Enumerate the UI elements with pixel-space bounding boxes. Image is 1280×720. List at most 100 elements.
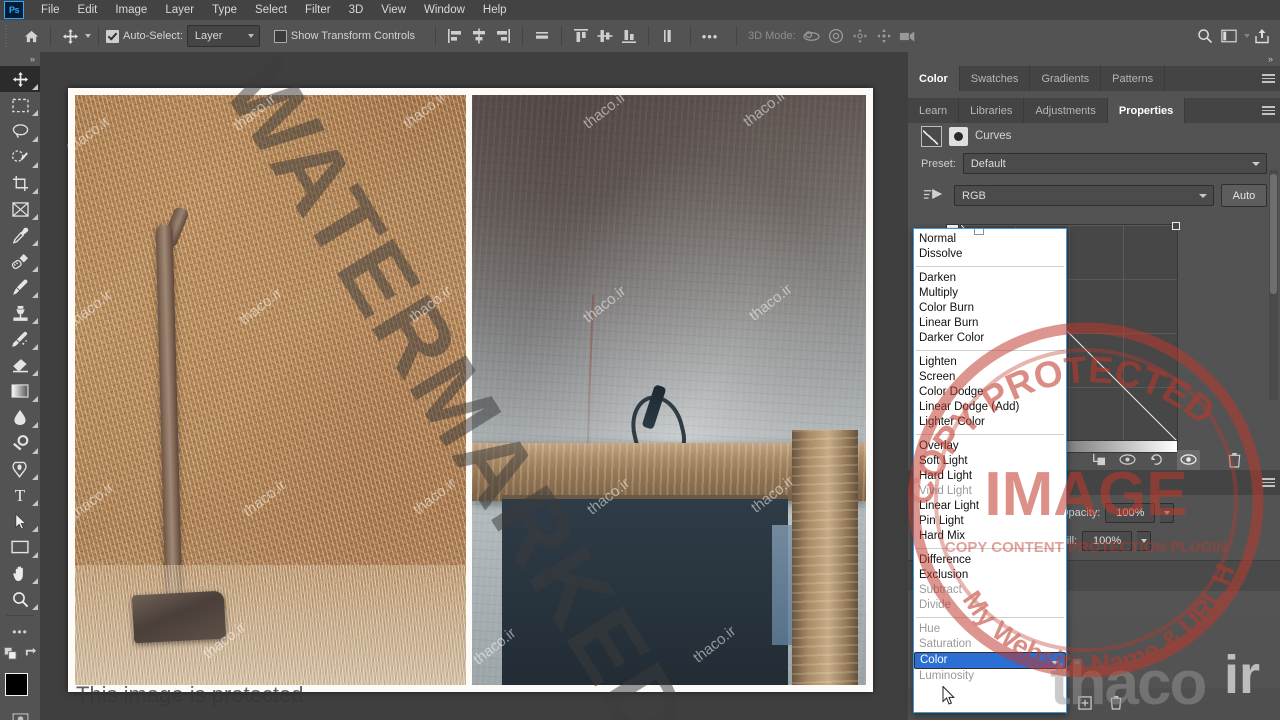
blend-mode-option-luminosity[interactable]: Luminosity — [914, 669, 1066, 684]
blend-mode-dropdown-list[interactable]: Normal Dissolve Darken Multiply Color Bu… — [913, 228, 1067, 713]
distribute-horizontally-icon[interactable] — [530, 24, 554, 48]
align-vertical-centers-icon[interactable] — [593, 24, 617, 48]
blend-mode-option-pin-light[interactable]: Pin Light — [914, 514, 1066, 529]
tab-properties[interactable]: Properties — [1107, 98, 1186, 123]
blend-mode-option-hard-light[interactable]: Hard Light — [914, 469, 1066, 484]
blend-mode-option-dissolve[interactable]: Dissolve — [914, 247, 1066, 262]
menu-item-help[interactable]: Help — [474, 0, 516, 20]
tool-preset-caret-icon[interactable] — [85, 34, 91, 38]
blend-mode-option-color-dodge[interactable]: Color Dodge — [914, 385, 1066, 400]
menu-item-select[interactable]: Select — [246, 0, 296, 20]
menu-item-view[interactable]: View — [372, 0, 415, 20]
distribute-vertically-icon[interactable] — [656, 24, 680, 48]
arrange-documents-icon[interactable] — [1217, 24, 1241, 48]
more-options-button[interactable]: ••• — [698, 24, 722, 48]
quick-mask-button[interactable] — [0, 713, 40, 720]
view-previous-state-icon[interactable] — [1119, 453, 1136, 469]
toggle-layer-visibility-icon[interactable] — [1177, 450, 1200, 472]
blend-mode-option-darker-color[interactable]: Darker Color — [914, 331, 1066, 346]
on-image-adjustment-icon[interactable] — [921, 186, 947, 206]
sidebar-item-frame-tool[interactable] — [0, 196, 40, 222]
blend-mode-option-saturation[interactable]: Saturation — [914, 637, 1066, 652]
layer-mask-thumbnail-icon[interactable] — [949, 126, 968, 146]
sidebar-item-pen-tool[interactable] — [0, 456, 40, 482]
align-top-edges-icon[interactable] — [569, 24, 593, 48]
scrollbar-thumb[interactable] — [1270, 174, 1277, 294]
align-left-edges-icon[interactable] — [443, 24, 467, 48]
sidebar-item-clone-stamp-tool[interactable] — [0, 300, 40, 326]
roll-3d-icon[interactable] — [824, 24, 848, 48]
sidebar-item-dodge-tool[interactable] — [0, 430, 40, 456]
align-horizontal-centers-icon[interactable] — [467, 24, 491, 48]
dock-collapse-button[interactable]: » — [908, 52, 1280, 66]
tab-gradients[interactable]: Gradients — [1030, 66, 1102, 91]
options-bar-grip[interactable] — [2, 25, 11, 47]
blend-mode-option-difference[interactable]: Difference — [914, 553, 1066, 568]
blend-mode-option-darken[interactable]: Darken — [914, 271, 1066, 286]
channel-dropdown[interactable]: RGB — [954, 185, 1214, 206]
opacity-slider-caret-icon[interactable] — [1160, 503, 1175, 523]
align-bottom-edges-icon[interactable] — [617, 24, 641, 48]
layers-panel-menu-icon[interactable] — [1256, 470, 1280, 495]
swap-colors-icon[interactable] — [24, 647, 37, 665]
menu-item-window[interactable]: Window — [415, 0, 474, 20]
sidebar-item-marquee-tool[interactable] — [0, 92, 40, 118]
orbit-3d-icon[interactable] — [800, 24, 824, 48]
sidebar-item-eraser-tool[interactable] — [0, 352, 40, 378]
blend-mode-option-linear-dodge-add[interactable]: Linear Dodge (Add) — [914, 400, 1066, 415]
blend-mode-option-divide[interactable]: Divide — [914, 598, 1066, 613]
blend-mode-option-exclusion[interactable]: Exclusion — [914, 568, 1066, 583]
sidebar-item-rectangle-tool[interactable] — [0, 534, 40, 560]
blend-mode-option-screen[interactable]: Screen — [914, 370, 1066, 385]
blend-mode-option-hard-mix[interactable]: Hard Mix — [914, 529, 1066, 544]
sidebar-item-blur-tool[interactable] — [0, 404, 40, 430]
curve-control-point[interactable] — [1172, 222, 1180, 230]
fill-value[interactable]: 100% — [1082, 531, 1133, 551]
tab-color[interactable]: Color — [908, 66, 960, 91]
sidebar-item-path-selection-tool[interactable] — [0, 508, 40, 534]
menu-item-3d[interactable]: 3D — [340, 0, 373, 20]
menu-item-filter[interactable]: Filter — [296, 0, 340, 20]
share-icon[interactable] — [1250, 24, 1274, 48]
home-icon[interactable] — [19, 24, 43, 48]
blend-mode-option-overlay[interactable]: Overlay — [914, 439, 1066, 454]
delete-adjustment-layer-icon[interactable] — [1227, 452, 1242, 471]
slide-3d-icon[interactable] — [872, 24, 896, 48]
menu-item-file[interactable]: File — [32, 0, 69, 20]
auto-select-checkbox[interactable] — [106, 29, 119, 43]
blend-mode-option-lighten[interactable]: Lighten — [914, 355, 1066, 370]
blend-mode-option-soft-light[interactable]: Soft Light — [914, 454, 1066, 469]
sidebar-item-crop-tool[interactable] — [0, 170, 40, 196]
fill-slider-caret-icon[interactable] — [1137, 531, 1152, 551]
clip-to-layer-icon[interactable] — [1090, 452, 1106, 470]
foreground-color-swatch[interactable] — [5, 673, 28, 696]
toolbar-collapse-button[interactable]: » — [0, 52, 40, 66]
sidebar-item-spot-healing-brush-tool[interactable] — [0, 248, 40, 274]
tab-swatches[interactable]: Swatches — [959, 66, 1031, 91]
sidebar-item-hand-tool[interactable] — [0, 560, 40, 586]
blend-mode-option-normal[interactable]: Normal — [914, 232, 1066, 247]
blend-mode-option-hue[interactable]: Hue — [914, 622, 1066, 637]
menu-item-image[interactable]: Image — [106, 0, 156, 20]
preset-dropdown[interactable]: Default — [962, 153, 1267, 174]
search-icon[interactable] — [1193, 24, 1217, 48]
menu-item-layer[interactable]: Layer — [156, 0, 203, 20]
auto-button[interactable]: Auto — [1221, 184, 1267, 207]
sidebar-item-eyedropper-tool[interactable] — [0, 222, 40, 248]
tab-adjustments[interactable]: Adjustments — [1024, 98, 1108, 123]
sidebar-item-quick-selection-tool[interactable] — [0, 144, 40, 170]
default-colors-icon[interactable] — [3, 647, 17, 665]
align-right-edges-icon[interactable] — [491, 24, 515, 48]
blend-mode-option-color-burn[interactable]: Color Burn — [914, 301, 1066, 316]
menu-item-type[interactable]: Type — [203, 0, 246, 20]
sidebar-item-gradient-tool[interactable] — [0, 378, 40, 404]
menu-item-edit[interactable]: Edit — [69, 0, 107, 20]
camera-3d-icon[interactable] — [896, 24, 920, 48]
blend-mode-option-color[interactable]: Color — [914, 652, 1066, 669]
reset-adjustment-icon[interactable] — [1149, 452, 1164, 470]
properties-scrollbar[interactable] — [1269, 170, 1278, 400]
blend-mode-option-linear-light[interactable]: Linear Light — [914, 499, 1066, 514]
tab-patterns[interactable]: Patterns — [1101, 66, 1166, 91]
sidebar-item-history-brush-tool[interactable] — [0, 326, 40, 352]
color-panel-menu-icon[interactable] — [1256, 66, 1280, 91]
